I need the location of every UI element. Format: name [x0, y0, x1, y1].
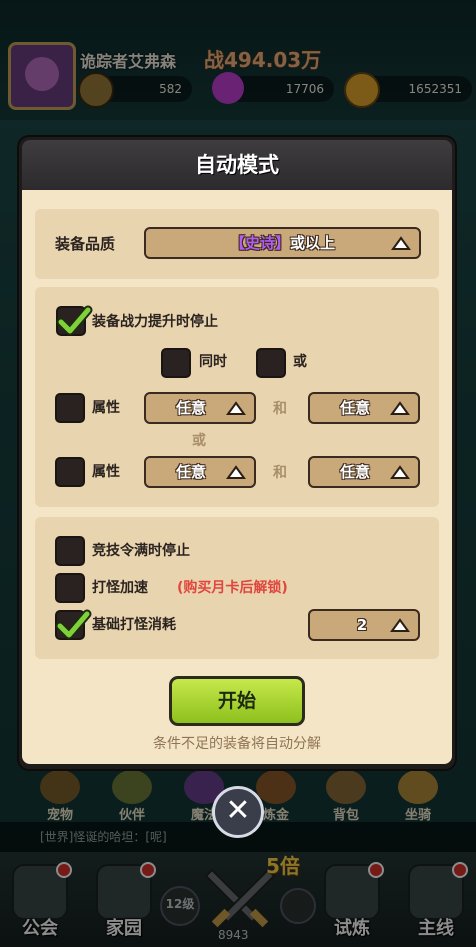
attr-row-1-left-dropdown[interactable]: 任意 [144, 392, 256, 424]
quality-panel: 装备品质 【史诗】或以上 [35, 209, 439, 279]
close-icon[interactable]: ✕ [212, 786, 264, 838]
check-icon [56, 305, 93, 336]
chevron-up-icon [226, 465, 246, 479]
lock-note: (购买月卡后解锁) [177, 580, 288, 596]
auto-mode-dialog: 自动模式 装备品质 【史诗】或以上 装备战力提升时停止 同时 或 属性 任意 和… [19, 137, 455, 769]
attr-row-2-and: 和 [273, 465, 287, 481]
base-cost-label: 基础打怪消耗 [92, 617, 176, 633]
start-button[interactable]: 开始 [169, 676, 305, 726]
quality-suffix: 或以上 [290, 234, 336, 252]
quality-dropdown[interactable]: 【史诗】或以上 [144, 227, 421, 259]
arena-full-stop-label: 竞技令满时停止 [92, 543, 190, 559]
auto-decompose-hint: 条件不足的装备将自动分解 [153, 736, 321, 752]
base-cost-dropdown[interactable]: 2 [308, 609, 420, 641]
chevron-up-icon [391, 236, 411, 250]
attr-between-or: 或 [192, 433, 206, 449]
attr-row-1-checkbox[interactable] [55, 393, 85, 423]
chevron-up-icon [226, 401, 246, 415]
both-label: 同时 [199, 354, 227, 370]
either-label: 或 [293, 354, 307, 370]
misc-options-panel: 竞技令满时停止 打怪加速 (购买月卡后解锁) 基础打怪消耗 2 [35, 517, 439, 659]
attr-row-2-checkbox[interactable] [55, 457, 85, 487]
attr-row-1-right-dropdown[interactable]: 任意 [308, 392, 420, 424]
speed-up-label: 打怪加速 [92, 580, 148, 596]
either-checkbox[interactable] [256, 348, 286, 378]
quality-epic-tag: 【史诗】 [229, 234, 290, 252]
stop-on-power-up-label: 装备战力提升时停止 [92, 314, 218, 330]
attr-row-2-left-dropdown[interactable]: 任意 [144, 456, 256, 488]
arena-full-stop-checkbox[interactable] [55, 536, 85, 566]
chevron-up-icon [390, 401, 410, 415]
stop-on-power-up-checkbox[interactable] [56, 305, 93, 336]
dialog-title: 自动模式 [22, 140, 452, 190]
attr-row-1-label: 属性 [92, 400, 120, 416]
speed-up-checkbox[interactable] [55, 573, 85, 603]
chevron-up-icon [390, 618, 410, 632]
check-icon [55, 609, 92, 640]
base-cost-checkbox[interactable] [55, 609, 92, 640]
attr-row-1-and: 和 [273, 401, 287, 417]
both-checkbox[interactable] [161, 348, 191, 378]
attr-row-2-label: 属性 [92, 464, 120, 480]
chevron-up-icon [390, 465, 410, 479]
quality-label: 装备品质 [55, 235, 116, 253]
attr-row-2-right-dropdown[interactable]: 任意 [308, 456, 420, 488]
stop-condition-panel: 装备战力提升时停止 同时 或 属性 任意 和 任意 或 属性 任意 和 任意 [35, 287, 439, 507]
